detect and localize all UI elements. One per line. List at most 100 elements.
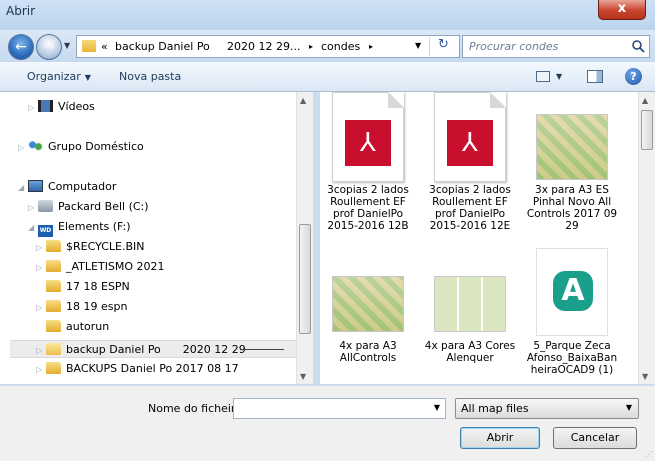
nav-item-homegroup[interactable]: ▷ Grupo Doméstico	[18, 138, 144, 156]
breadcrumb-condes[interactable]: condes	[321, 40, 360, 53]
open-folder-icon	[46, 343, 61, 355]
open-button[interactable]: Abrir	[460, 427, 540, 449]
file-item[interactable]: ⅄ 3copias 2 lados Roullement EF prof Dan…	[320, 92, 416, 242]
scroll-down-arrow-icon[interactable]: ▼	[642, 372, 648, 381]
chevron-down-icon: ▼	[84, 73, 91, 82]
file-type-value: All map files	[461, 402, 529, 415]
breadcrumb-backup-folder[interactable]: backup Daniel Po	[115, 40, 210, 53]
nav-item-label: Computador	[48, 180, 117, 193]
nav-item-label: 17 18 ESPN	[66, 280, 130, 293]
nav-item-label: Vídeos	[58, 100, 95, 113]
navigation-pane[interactable]: ▷ Vídeos ▷ Grupo Doméstico ◢ Computador ▷ Pa…	[0, 92, 313, 384]
search-icon[interactable]	[631, 39, 645, 53]
nav-item-folder[interactable]: autorun	[36, 318, 109, 336]
acrobat-logo: ⅄	[345, 120, 391, 166]
address-row: ← → ▼ « backup Daniel Po 2020 12 29 ... …	[0, 30, 655, 62]
file-name: 3copias 2 lados Roullement EF prof Danie…	[327, 184, 409, 232]
breadcrumb-overflow[interactable]: «	[101, 40, 108, 53]
file-name: 3x para A3 ES Pinhal Novo All Controls 2…	[526, 184, 618, 232]
scrollbar-thumb[interactable]	[641, 110, 653, 150]
forward-button[interactable]: →	[36, 34, 62, 60]
new-folder-button[interactable]: Nova pasta	[119, 70, 181, 83]
address-bar[interactable]: « backup Daniel Po 2020 12 29 ... ▸ cond…	[76, 35, 460, 58]
file-item[interactable]: 3x para A3 ES Pinhal Novo All Controls 2…	[524, 92, 620, 242]
title-bar: Abrir x	[0, 0, 655, 30]
ocad-logo: A	[553, 271, 593, 311]
breadcrumb-backup-date[interactable]: 2020 12 29	[227, 40, 290, 53]
ocad-file-icon: A	[536, 248, 608, 336]
homegroup-icon	[28, 140, 43, 152]
forward-arrow-icon: →	[43, 39, 55, 55]
folder-icon	[46, 362, 61, 374]
collapse-arrow-icon[interactable]: ◢	[28, 219, 38, 237]
external-drive-icon: WD	[38, 225, 53, 237]
help-icon[interactable]: ?	[625, 68, 642, 85]
refresh-button[interactable]: ↻	[429, 37, 457, 56]
organize-menu[interactable]: Organizar ▼	[27, 70, 91, 83]
nav-scrollbar[interactable]: ▲ ▼	[296, 92, 313, 384]
file-item[interactable]: 4x para A3 AllControls	[320, 242, 416, 382]
address-dropdown[interactable]: ▼	[415, 41, 421, 50]
file-type-select[interactable]: All map files ▼	[455, 398, 639, 419]
collapse-arrow-icon[interactable]: ◢	[18, 179, 28, 197]
change-view-icon[interactable]	[536, 71, 550, 82]
nav-item-folder[interactable]: ▷ BACKUPS Daniel Po 2017 08 17	[36, 360, 239, 378]
nav-item-folder[interactable]: ▷ _ATLETISMO 2021	[36, 258, 165, 276]
nav-item-folder[interactable]: ▷ 18 19 espn	[36, 298, 127, 316]
folder-icon	[46, 260, 61, 272]
filename-input[interactable]: ▼	[233, 398, 446, 419]
video-icon	[38, 100, 53, 112]
breadcrumb-separator[interactable]: ▸	[369, 42, 373, 51]
file-item[interactable]: 4x para A3 Cores Alenquer	[422, 242, 518, 382]
nav-item-folder[interactable]: ▷ $RECYCLE.BIN	[36, 238, 144, 256]
expand-arrow-icon[interactable]: ▷	[36, 342, 46, 360]
organize-label: Organizar	[27, 70, 81, 83]
file-name: 3copias 2 lados Roullement EF prof Danie…	[429, 184, 511, 232]
nav-item-folder[interactable]: 17 18 ESPN	[36, 278, 130, 296]
expand-arrow-icon[interactable]: ▷	[36, 239, 46, 257]
chevron-down-icon: ▼	[625, 403, 632, 412]
back-button[interactable]: ←	[8, 34, 34, 60]
nav-item-label: Grupo Doméstico	[48, 140, 144, 153]
file-list[interactable]: ⅄ 3copias 2 lados Roullement EF prof Dan…	[320, 92, 638, 384]
scroll-up-arrow-icon[interactable]: ▲	[642, 96, 648, 105]
scrollbar-thumb[interactable]	[299, 224, 311, 334]
file-name: 4x para A3 Cores Alenquer	[424, 340, 516, 364]
scroll-down-arrow-icon[interactable]: ▼	[300, 372, 306, 381]
expand-arrow-icon[interactable]: ▷	[28, 99, 38, 117]
breadcrumb-separator[interactable]: ▸	[309, 42, 313, 51]
expand-arrow-icon[interactable]: ▷	[36, 361, 46, 379]
acrobat-logo: ⅄	[447, 120, 493, 166]
nav-item-label: BACKUPS Daniel Po 2017 08 17	[66, 362, 239, 375]
folder-icon	[46, 280, 61, 292]
expand-arrow-icon[interactable]: ▷	[36, 299, 46, 317]
file-name: 5_Parque Zeca Afonso_BaixaBan heiraOCAD9…	[526, 340, 618, 376]
search-box[interactable]: Procurar condes	[462, 35, 650, 58]
expand-arrow-icon[interactable]: ▷	[28, 199, 38, 217]
file-item[interactable]: ⅄ 3copias 2 lados Roullement EF prof Dan…	[422, 92, 518, 242]
file-scrollbar[interactable]: ▲ ▼	[638, 92, 655, 384]
cancel-button[interactable]: Cancelar	[553, 427, 637, 449]
nav-item-drive-f[interactable]: ◢ WD Elements (F:)	[28, 218, 131, 237]
view-options-dropdown[interactable]: ▼	[556, 72, 562, 81]
breadcrumb-ellipsis[interactable]: ...	[290, 40, 301, 53]
chevron-down-icon[interactable]: ▼	[434, 403, 440, 412]
expand-arrow-icon[interactable]: ▷	[18, 139, 28, 157]
preview-pane-icon[interactable]	[587, 70, 603, 83]
nav-item-computer[interactable]: ◢ Computador	[18, 178, 116, 196]
pdf-file-icon: ⅄	[434, 92, 506, 182]
close-button[interactable]: x	[598, 0, 646, 20]
window-title: Abrir	[6, 4, 36, 18]
nav-item-videos[interactable]: ▷ Vídeos	[28, 98, 95, 116]
scroll-up-arrow-icon[interactable]: ▲	[300, 96, 306, 105]
pdf-file-icon: ⅄	[332, 92, 404, 182]
search-input[interactable]: Procurar condes	[469, 40, 558, 53]
expand-arrow-icon[interactable]: ▷	[36, 259, 46, 277]
resize-grip-icon[interactable]: ⋰	[645, 450, 653, 459]
nav-item-label: 18 19 espn	[66, 300, 128, 313]
folder-icon	[46, 240, 61, 252]
file-item[interactable]: A 5_Parque Zeca Afonso_BaixaBan heiraOCA…	[524, 242, 620, 382]
nav-item-drive-c[interactable]: ▷ Packard Bell (C:)	[28, 198, 149, 216]
recent-pages-dropdown[interactable]: ▼	[64, 41, 70, 50]
file-name: 4x para A3 AllControls	[339, 340, 397, 364]
